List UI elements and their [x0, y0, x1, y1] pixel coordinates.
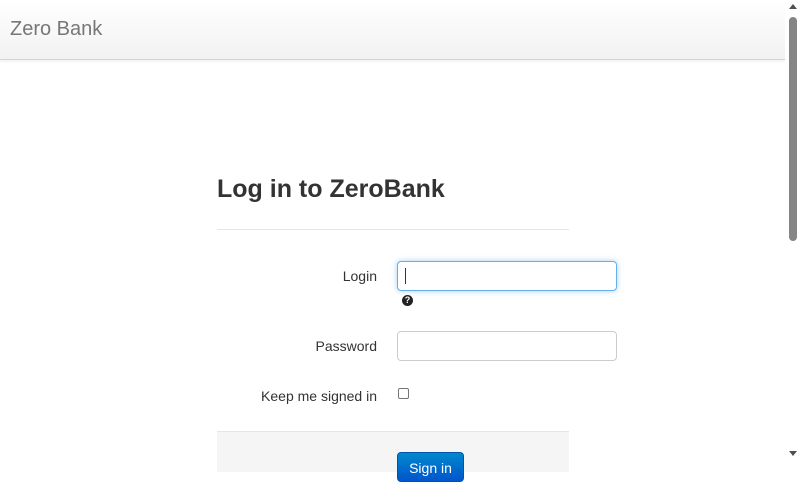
vertical-scrollbar[interactable] — [785, 0, 800, 461]
sign-in-button[interactable]: Sign in — [397, 452, 464, 482]
form-actions: Sign in — [217, 431, 569, 482]
scroll-up-arrow-icon[interactable] — [789, 4, 797, 9]
title-divider — [217, 229, 569, 230]
keep-signed-in-checkbox[interactable] — [398, 388, 409, 399]
question-circle-icon[interactable]: ? — [402, 295, 413, 306]
login-input[interactable] — [397, 261, 617, 291]
scroll-down-arrow-icon[interactable] — [789, 451, 797, 456]
page-title: Log in to ZeroBank — [217, 175, 445, 203]
text-caret — [405, 268, 406, 284]
scrollbar-thumb[interactable] — [789, 17, 797, 241]
keep-signed-in-label: Keep me signed in — [261, 388, 377, 404]
password-input[interactable] — [397, 331, 617, 361]
login-page-content: Log in to ZeroBank Login ? Password Keep… — [0, 61, 785, 482]
password-label: Password — [315, 338, 377, 354]
brand-logo-text[interactable]: Zero Bank — [10, 18, 102, 41]
top-navbar: Zero Bank — [0, 0, 785, 60]
login-label: Login — [342, 268, 377, 284]
